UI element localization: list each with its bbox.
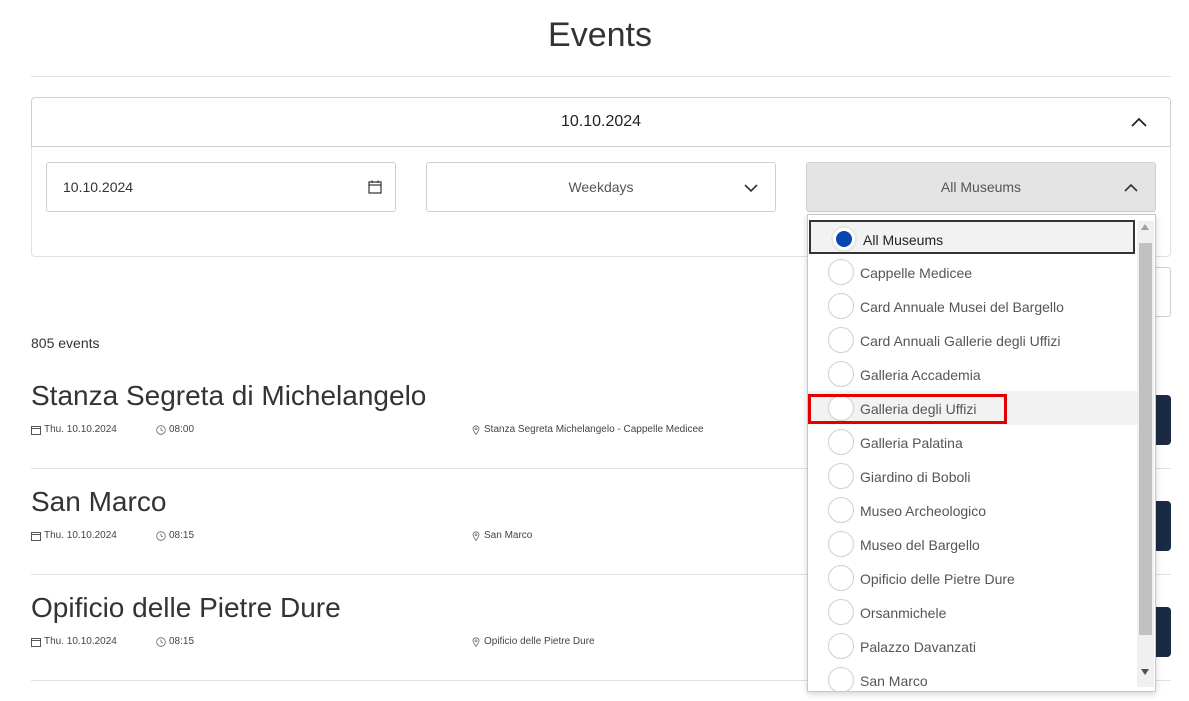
events-count: 805 events: [31, 335, 100, 351]
museum-option[interactable]: Galleria Palatina: [808, 425, 1137, 459]
museum-option-label: Palazzo Davanzati: [860, 639, 976, 655]
location-pin-icon: [472, 530, 480, 541]
dropdown-scrollbar[interactable]: [1137, 221, 1154, 687]
chevron-down-icon: [744, 184, 758, 193]
clock-icon: [156, 530, 166, 541]
museum-option[interactable]: Palazzo Davanzati: [808, 629, 1137, 663]
event-time-text: 08:15: [169, 530, 195, 541]
museum-select-value: All Museums: [940, 179, 1022, 195]
radio-button[interactable]: [828, 463, 854, 489]
clock-icon: [156, 636, 166, 647]
event-title[interactable]: Opificio delle Pietre Dure: [31, 592, 341, 624]
radio-button[interactable]: [828, 667, 854, 691]
date-accordion-header[interactable]: 10.10.2024: [31, 97, 1171, 147]
museum-option[interactable]: Orsanmichele: [808, 595, 1137, 629]
event-location: Stanza Segreta Michelangelo - Cappelle M…: [471, 424, 704, 435]
radio-button[interactable]: [828, 565, 854, 591]
radio-button[interactable]: [828, 395, 854, 421]
event-date: Thu. 10.10.2024: [31, 424, 117, 435]
event-time-text: 08:15: [169, 636, 195, 647]
page-title: Events: [548, 16, 652, 54]
event-title[interactable]: San Marco: [31, 486, 166, 518]
book-button[interactable]: [1156, 395, 1171, 445]
museum-option-label: Galleria Palatina: [860, 435, 963, 451]
weekdays-select[interactable]: Weekdays: [426, 162, 776, 212]
museum-option[interactable]: Card Annuale Musei del Bargello: [808, 289, 1137, 323]
calendar-icon: [31, 531, 41, 541]
event-time: 08:00: [156, 424, 194, 435]
event-date-text: Thu. 10.10.2024: [44, 424, 117, 435]
radio-button[interactable]: [831, 226, 857, 252]
event-time-text: 08:00: [169, 424, 195, 435]
museum-option[interactable]: Card Annuali Gallerie degli Uffizi: [808, 323, 1137, 357]
museum-option[interactable]: Museo del Bargello: [808, 527, 1137, 561]
museum-option[interactable]: Galleria Accademia: [808, 357, 1137, 391]
event-location: San Marco: [471, 530, 532, 541]
museum-option-label: Galleria degli Uffizi: [860, 401, 977, 417]
chevron-up-icon: [1124, 183, 1138, 192]
museum-option[interactable]: San Marco: [808, 663, 1137, 691]
museum-option-label: Orsanmichele: [860, 605, 947, 621]
museum-option-label: Cappelle Medicee: [860, 265, 973, 281]
museum-select[interactable]: All Museums: [806, 162, 1156, 212]
location-pin-icon: [472, 636, 480, 647]
museum-option-label: Galleria Accademia: [860, 367, 981, 383]
event-date: Thu. 10.10.2024: [31, 530, 117, 541]
radio-button[interactable]: [828, 361, 854, 387]
museum-option[interactable]: Cappelle Medicee: [808, 255, 1137, 289]
radio-button[interactable]: [828, 531, 854, 557]
museum-option[interactable]: Giardino di Boboli: [808, 459, 1137, 493]
event-location-text: Stanza Segreta Michelangelo - Cappelle M…: [484, 424, 704, 435]
radio-button[interactable]: [828, 293, 854, 319]
date-input-value: 10.10.2024: [63, 179, 134, 195]
museum-option-label: Giardino di Boboli: [860, 469, 971, 485]
scroll-up-arrow-icon[interactable]: [1141, 224, 1149, 230]
calendar-icon[interactable]: [367, 179, 383, 195]
weekdays-select-value: Weekdays: [568, 179, 634, 195]
scroll-thumb[interactable]: [1139, 243, 1152, 635]
radio-button[interactable]: [828, 327, 854, 353]
museum-option-label: Museo del Bargello: [860, 537, 980, 553]
title-divider: [31, 76, 1171, 77]
scroll-down-arrow-icon[interactable]: [1141, 669, 1149, 675]
location-pin-icon: [472, 424, 480, 435]
museum-option-label: Museo Archeologico: [860, 503, 987, 519]
accordion-date-label: 10.10.2024: [560, 113, 642, 130]
event-date-text: Thu. 10.10.2024: [44, 530, 117, 541]
radio-button[interactable]: [828, 429, 854, 455]
museum-option[interactable]: Opificio delle Pietre Dure: [808, 561, 1137, 595]
event-date: Thu. 10.10.2024: [31, 636, 117, 647]
radio-button[interactable]: [828, 259, 854, 285]
museum-option[interactable]: Galleria degli Uffizi: [808, 391, 1137, 425]
event-title[interactable]: Stanza Segreta di Michelangelo: [31, 380, 426, 412]
museum-option[interactable]: Museo Archeologico: [808, 493, 1137, 527]
calendar-icon: [31, 637, 41, 647]
date-input[interactable]: 10.10.2024: [46, 162, 396, 212]
museum-option-label: Opificio delle Pietre Dure: [860, 571, 1015, 587]
calendar-icon: [31, 425, 41, 435]
museum-option-label: All Museums: [863, 232, 944, 248]
book-button[interactable]: [1156, 501, 1171, 551]
event-time: 08:15: [156, 530, 194, 541]
book-button[interactable]: [1156, 607, 1171, 657]
radio-button[interactable]: [828, 599, 854, 625]
event-location: Opificio delle Pietre Dure: [471, 636, 595, 647]
event-location-text: Opificio delle Pietre Dure: [484, 636, 595, 647]
museum-option-label: Card Annuale Musei del Bargello: [860, 299, 1064, 315]
museum-option-label: San Marco: [860, 673, 928, 689]
event-time: 08:15: [156, 636, 194, 647]
chevron-up-icon: [1131, 117, 1147, 127]
clock-icon: [156, 424, 166, 435]
museum-dropdown-list[interactable]: San Marco Palazzo Davanzati Orsanmichele Op…: [807, 214, 1156, 692]
museum-option[interactable]: All Museums: [809, 220, 1135, 254]
radio-button[interactable]: [828, 633, 854, 659]
event-date-text: Thu. 10.10.2024: [44, 636, 117, 647]
event-location-text: San Marco: [484, 530, 533, 541]
museum-option-label: Card Annuali Gallerie degli Uffizi: [860, 333, 1061, 349]
radio-button[interactable]: [828, 497, 854, 523]
